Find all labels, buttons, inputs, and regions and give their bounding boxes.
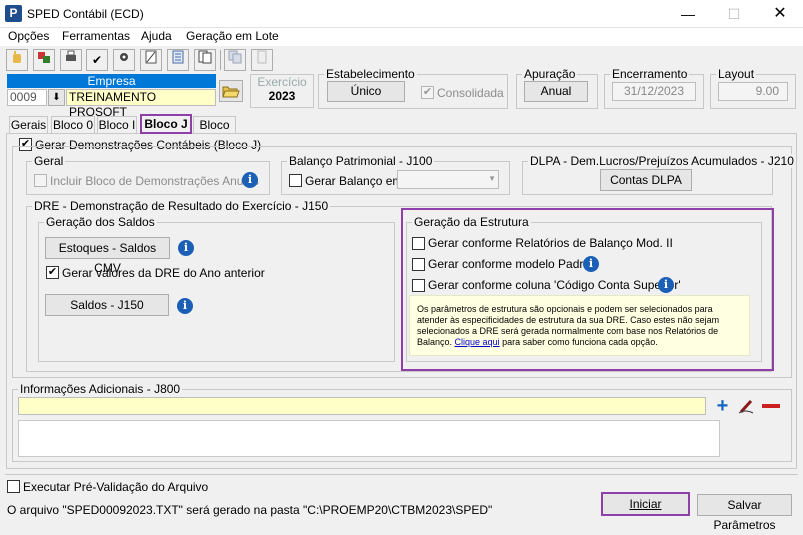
incluir-bloco-label: Incluir Bloco de Demonstrações Anuais [50, 174, 259, 188]
minus-icon[interactable] [762, 404, 780, 408]
note-line-4: Balanço. Clique aqui para saber como fun… [417, 337, 658, 347]
geracao-saldos-label: Geração dos Saldos [44, 215, 157, 229]
geracao-estrutura-label: Geração da Estrutura [412, 215, 531, 229]
app-icon: P [5, 5, 22, 22]
note-line-4-start: Balanço. [417, 337, 453, 347]
open-folder-button[interactable] [219, 80, 243, 102]
info-icon[interactable]: i [177, 298, 193, 314]
opt-relatorios-balanco-checkbox[interactable] [412, 237, 425, 250]
tab-bloco-k[interactable]: Bloco K [193, 116, 236, 148]
menu-ajuda[interactable]: Ajuda [141, 29, 172, 43]
note-line-3: selecionados a DRE será gerada normalmen… [417, 326, 719, 336]
gerar-balanco-checkbox[interactable] [289, 174, 302, 187]
saldos-j150-button[interactable]: Saldos - J150 [45, 294, 169, 316]
gerar-valores-dre-checkbox[interactable]: ✔ [46, 266, 59, 279]
gerar-balanco-label: Gerar Balanço em [305, 174, 403, 188]
empresa-code-field[interactable]: 0009 [7, 89, 47, 106]
clique-aqui-link[interactable]: Clique aqui [455, 337, 500, 347]
info-icon[interactable]: i [583, 256, 599, 272]
geral-label: Geral [32, 154, 66, 168]
pre-validacao-checkbox[interactable] [7, 480, 20, 493]
tab-bloco-i[interactable]: Bloco I [97, 116, 137, 134]
check-icon[interactable]: ✔ [86, 49, 108, 71]
empresa-lookup-button[interactable]: ⬇ [48, 89, 65, 106]
salvar-parametros-button[interactable]: Salvar Parâmetros [697, 494, 792, 532]
report-icon[interactable] [140, 49, 162, 71]
menu-opcoes[interactable]: Opções [8, 29, 49, 43]
window-title: SPED Contábil (ECD) [27, 7, 144, 21]
tab-bloco-j[interactable]: Bloco J [140, 114, 192, 134]
dlpa-label: DLPA - Dem.Lucros/Prejuízos Acumulados -… [528, 154, 796, 168]
apuracao-button[interactable]: Anual [524, 81, 588, 102]
encerramento-field[interactable]: 31/12/2023 [612, 82, 696, 101]
opt-codigo-conta-superior-checkbox[interactable] [412, 279, 425, 292]
tab-gerais[interactable]: Gerais [9, 116, 48, 134]
minimize-icon[interactable]: — [665, 0, 711, 28]
page-icon[interactable] [251, 49, 273, 71]
hand-icon[interactable] [6, 49, 28, 71]
layout-label: Layout [716, 67, 757, 81]
pre-validacao-label: Executar Pré-Validação do Arquivo [23, 480, 209, 494]
exercicio-label: Exercício [257, 75, 307, 89]
tools-icon[interactable] [33, 49, 55, 71]
note-line-4-end: para saber como funciona cada opção. [502, 337, 658, 347]
chevron-down-icon: ▼ [488, 174, 496, 183]
empresa-label: Empresa [7, 74, 216, 88]
open-folder-icon [222, 86, 240, 98]
info-adicionais-textarea[interactable] [18, 420, 720, 457]
note-line-1: Os parâmetros de estrutura são opcionais… [417, 304, 713, 314]
print-icon[interactable] [60, 49, 82, 71]
consolidada-label: Consolidada [437, 86, 504, 100]
info-icon[interactable]: i [178, 240, 194, 256]
menu-geracao-lote[interactable]: Geração em Lote [186, 29, 279, 43]
close-icon[interactable]: ✕ [757, 0, 803, 28]
estoques-saldos-cmv-button[interactable]: Estoques - Saldos CMV [45, 237, 170, 275]
settings-icon[interactable] [113, 49, 135, 71]
footer-divider [5, 474, 798, 475]
incluir-bloco-checkbox[interactable] [34, 174, 47, 187]
opt-modelo-padrao-label: Gerar conforme modelo Padrão [428, 257, 597, 271]
exercicio-value[interactable]: 2023 [250, 89, 314, 103]
note-line-2: atender às especificidades de estrutura … [417, 315, 720, 325]
consolidada-checkbox[interactable]: ✔ [421, 86, 434, 99]
gerar-valores-dre-label: Gerar valores da DRE do Ano anterior [62, 266, 265, 280]
maximize-icon[interactable]: ☐ [711, 0, 757, 28]
estabelecimento-label: Estabelecimento [324, 67, 417, 81]
info-adicionais-input[interactable] [18, 397, 706, 415]
document-icon[interactable] [194, 49, 216, 71]
edit-icon[interactable] [737, 397, 756, 416]
opt-modelo-padrao-checkbox[interactable] [412, 258, 425, 271]
contas-dlpa-button[interactable]: Contas DLPA [600, 169, 692, 191]
info-icon[interactable]: i [658, 277, 674, 293]
balanco-label: Balanço Patrimonial - J100 [287, 154, 435, 168]
info-icon[interactable]: i [242, 172, 258, 188]
dre-label: DRE - Demonstração de Resultado do Exerc… [32, 199, 331, 213]
opt-relatorios-balanco-label: Gerar conforme Relatórios de Balanço Mod… [428, 236, 673, 250]
tab-bloco-0[interactable]: Bloco 0 [51, 116, 95, 134]
list-icon[interactable] [167, 49, 189, 71]
menu-ferramentas[interactable]: Ferramentas [62, 29, 130, 43]
info-adicionais-label: Informações Adicionais - J800 [18, 382, 183, 396]
estabelecimento-button[interactable]: Único [327, 81, 405, 102]
encerramento-label: Encerramento [610, 67, 690, 81]
layout-field[interactable]: 9.00 [718, 82, 788, 101]
plus-icon[interactable]: + [713, 396, 732, 416]
balanco-select[interactable]: ▼ [397, 170, 499, 189]
opt-codigo-conta-superior-label: Gerar conforme coluna 'Código Conta Supe… [428, 278, 681, 292]
apuracao-label: Apuração [522, 67, 578, 81]
iniciar-button[interactable]: Iniciar [601, 492, 690, 516]
empresa-name-field[interactable]: TREINAMENTO PROSOFT [66, 89, 216, 119]
status-text: O arquivo "SPED00092023.TXT" será gerado… [7, 503, 493, 517]
copy-icon[interactable] [224, 49, 246, 71]
